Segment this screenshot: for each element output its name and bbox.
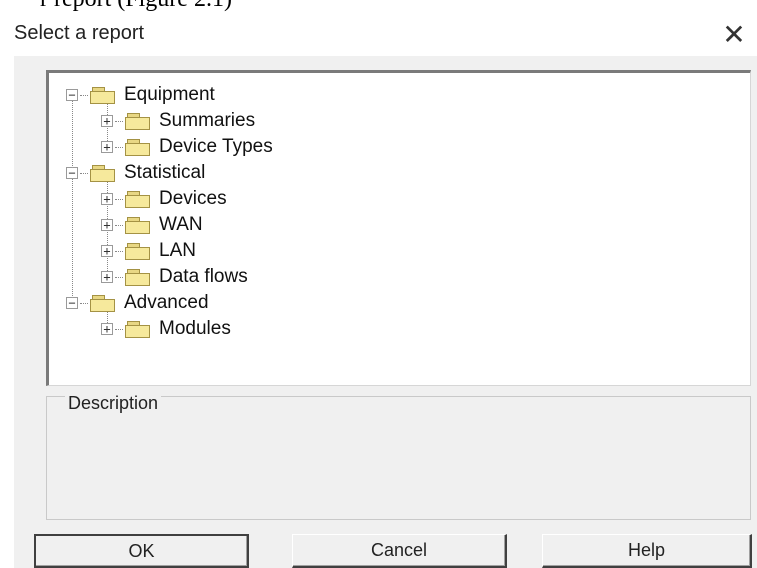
tree-node-label[interactable]: Advanced [124, 292, 209, 314]
tree-node-data-flows[interactable]: + Data flows [101, 264, 248, 290]
background-document-text: r report (Figure 2.1) [40, 0, 232, 13]
tree-node-devices[interactable]: + Devices [101, 186, 227, 212]
tree-connector [115, 146, 123, 148]
tree-connector [115, 328, 123, 330]
folder-icon [90, 164, 116, 182]
description-group: Description [46, 393, 751, 520]
folder-icon [125, 112, 151, 130]
tree-node-label[interactable]: Modules [159, 318, 231, 340]
ok-button[interactable]: OK [34, 534, 249, 568]
expand-icon[interactable]: + [101, 115, 113, 127]
tree-node-label[interactable]: Statistical [124, 162, 205, 184]
tree-node-device-types[interactable]: + Device Types [101, 134, 273, 160]
select-report-dialog: Select a report ✕ − Equipment + Summarie… [14, 14, 757, 568]
collapse-icon[interactable]: − [66, 167, 78, 179]
tree-connector [80, 94, 88, 96]
folder-icon [125, 190, 151, 208]
tree-node-label[interactable]: LAN [159, 240, 196, 262]
folder-icon [125, 216, 151, 234]
report-tree[interactable]: − Equipment + Summaries + Device Types −… [46, 70, 751, 386]
tree-node-label[interactable]: WAN [159, 214, 203, 236]
tree-connector [115, 120, 123, 122]
collapse-icon[interactable]: − [66, 89, 78, 101]
tree-node-summaries[interactable]: + Summaries [101, 108, 255, 134]
tree-node-label[interactable]: Summaries [159, 110, 255, 132]
tree-connector [115, 198, 123, 200]
cancel-button[interactable]: Cancel [292, 534, 507, 568]
title-bar: Select a report ✕ [14, 14, 757, 56]
tree-node-statistical[interactable]: − Statistical [66, 160, 205, 186]
tree-node-label[interactable]: Device Types [159, 136, 273, 158]
expand-icon[interactable]: + [101, 323, 113, 335]
tree-node-modules[interactable]: + Modules [101, 316, 231, 342]
expand-icon[interactable]: + [101, 193, 113, 205]
expand-icon[interactable]: + [101, 141, 113, 153]
dialog-title: Select a report [14, 22, 145, 44]
tree-connector [80, 302, 88, 304]
tree-root-line [72, 95, 73, 304]
description-legend: Description [65, 393, 162, 414]
tree-node-label[interactable]: Equipment [124, 84, 215, 106]
tree-node-label[interactable]: Data flows [159, 266, 248, 288]
folder-icon [125, 320, 151, 338]
folder-icon [125, 268, 151, 286]
tree-node-advanced[interactable]: − Advanced [66, 290, 209, 316]
help-button[interactable]: Help [542, 534, 752, 568]
tree-connector [80, 172, 88, 174]
folder-icon [125, 138, 151, 156]
tree-connector [115, 276, 123, 278]
expand-icon[interactable]: + [101, 245, 113, 257]
tree-connector [115, 250, 123, 252]
folder-icon [90, 294, 116, 312]
tree-node-label[interactable]: Devices [159, 188, 227, 210]
tree-node-wan[interactable]: + WAN [101, 212, 203, 238]
tree-connector [115, 224, 123, 226]
background-document-strip: r report (Figure 2.1) [0, 0, 757, 14]
expand-icon[interactable]: + [101, 271, 113, 283]
close-icon[interactable]: ✕ [719, 20, 749, 50]
expand-icon[interactable]: + [101, 219, 113, 231]
folder-icon [90, 86, 116, 104]
folder-icon [125, 242, 151, 260]
tree-node-lan[interactable]: + LAN [101, 238, 196, 264]
tree-node-equipment[interactable]: − Equipment [66, 82, 215, 108]
collapse-icon[interactable]: − [66, 297, 78, 309]
